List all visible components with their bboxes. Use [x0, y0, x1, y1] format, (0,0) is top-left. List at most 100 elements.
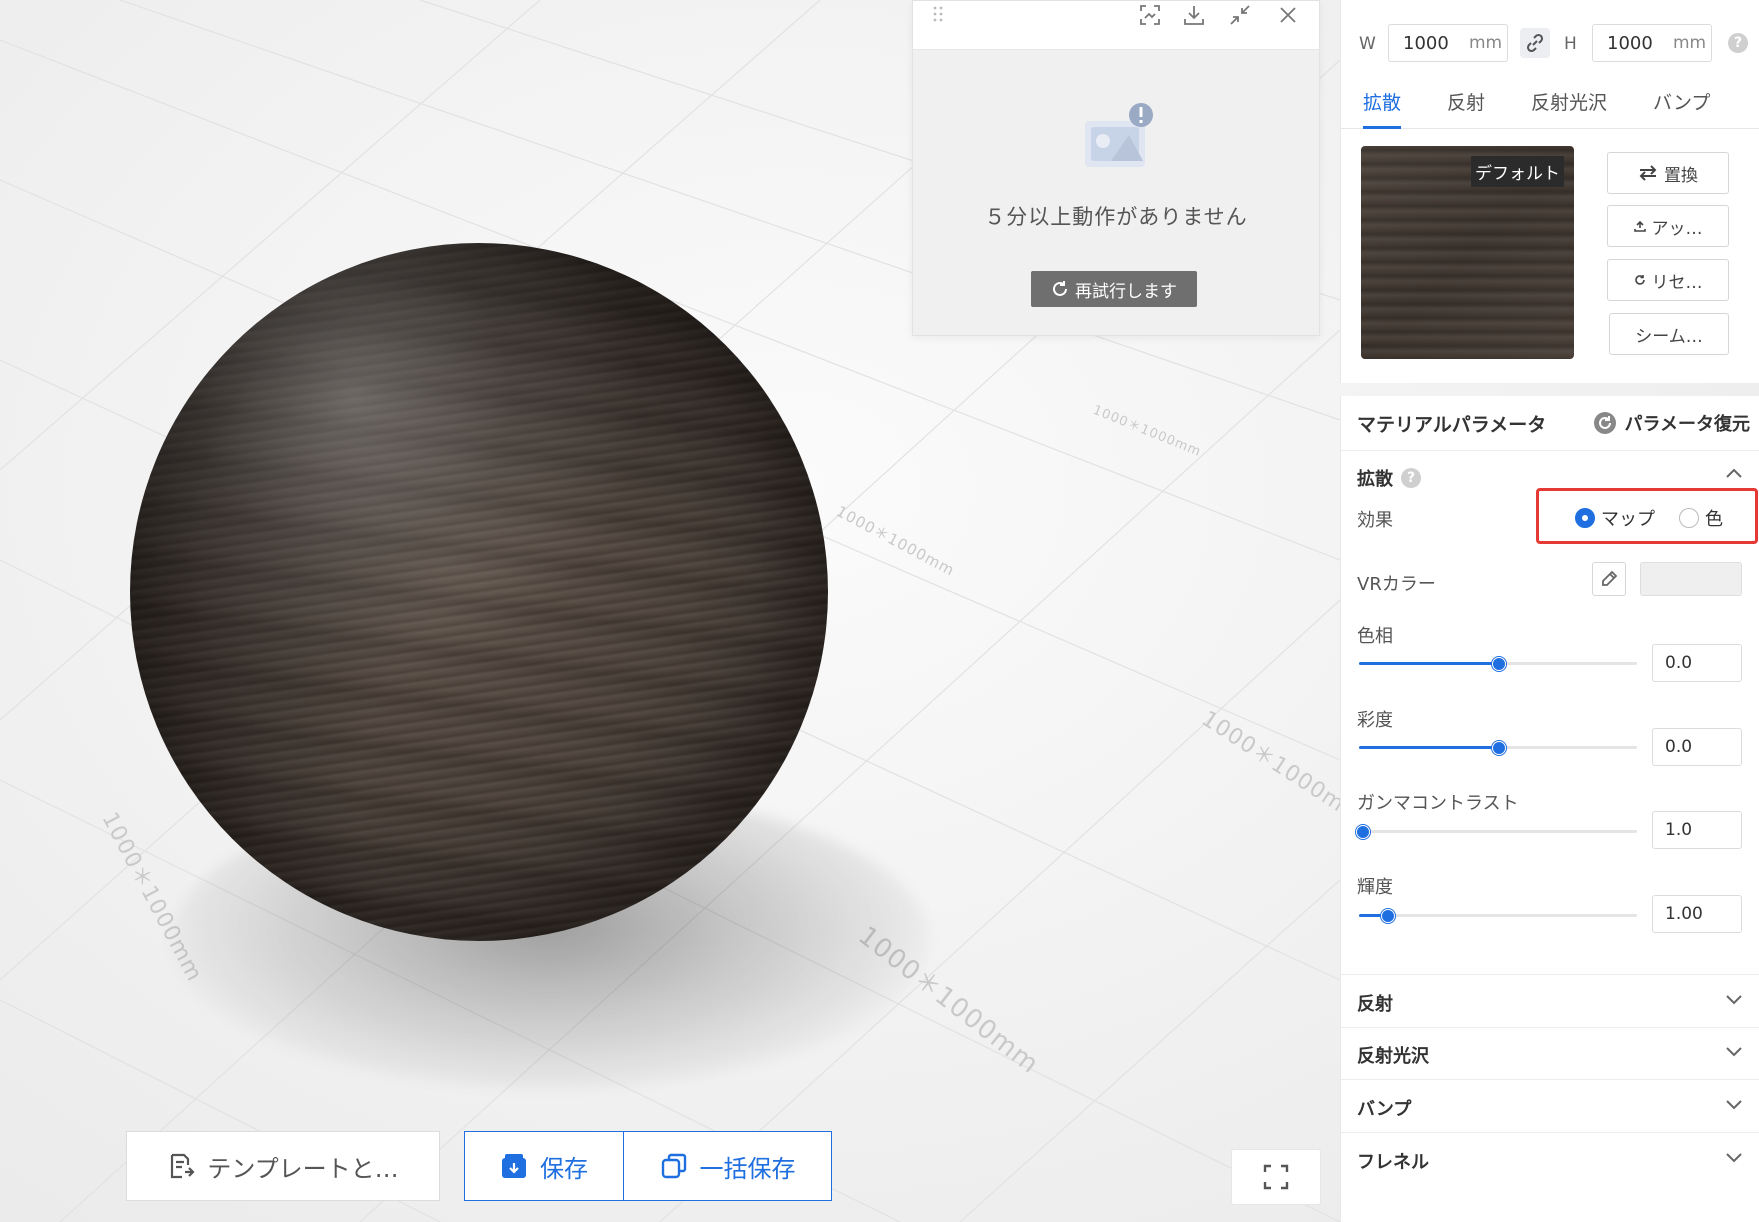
height-input[interactable] [1605, 31, 1669, 55]
brightness-slider[interactable] [1359, 905, 1637, 925]
reset-label: リセ… [1651, 272, 1703, 293]
section-reflection-label: 反射 [1357, 994, 1393, 1015]
width-unit: mm [1469, 33, 1503, 53]
vr-color-label: VRカラー [1357, 574, 1436, 595]
dimension-row: W mm H mm ? [1341, 24, 1759, 64]
section-reflection[interactable]: 反射 [1341, 974, 1759, 1028]
tab-reflection[interactable]: 反射 [1447, 88, 1485, 126]
slider-thumb[interactable] [1492, 741, 1506, 755]
upload-button[interactable]: アッ… [1607, 205, 1729, 247]
hue-slider[interactable] [1359, 653, 1637, 673]
slider-fill [1359, 746, 1498, 749]
section-bump[interactable]: バンプ [1341, 1080, 1759, 1133]
map-tabs: 拡散 反射 反射光沢 バンプ [1341, 78, 1759, 129]
screenshot-icon[interactable] [1135, 1, 1165, 29]
eyedropper-icon [1602, 570, 1618, 586]
slider-track [1359, 914, 1637, 917]
gamma-contrast-label: ガンマコントラスト [1357, 793, 1519, 814]
brightness-input[interactable] [1652, 895, 1742, 933]
section-reflection-gloss[interactable]: 反射光沢 [1341, 1027, 1759, 1080]
template-icon [171, 1153, 195, 1179]
saturation-input[interactable] [1652, 728, 1742, 766]
section-bump-label: バンプ [1357, 1099, 1412, 1120]
gamma-contrast-slider[interactable] [1355, 821, 1637, 841]
chevron-down-icon[interactable] [1724, 1041, 1744, 1061]
restore-params-button[interactable]: パラメータ復元 [1593, 410, 1750, 436]
saturation-label: 彩度 [1357, 710, 1393, 731]
download-icon[interactable] [1179, 1, 1209, 29]
tab-diffuse[interactable]: 拡散 [1363, 88, 1402, 129]
save-label: 保存 [540, 1154, 588, 1183]
fullscreen-button[interactable] [1231, 1149, 1321, 1205]
radio-map-indicator [1575, 508, 1595, 528]
chevron-down-icon[interactable] [1724, 1094, 1744, 1114]
retry-label: 再試行します [1075, 281, 1177, 302]
slider-fill [1359, 662, 1498, 665]
texture-thumbnail[interactable]: デフォルト [1361, 146, 1574, 359]
idle-message: ５分以上動作がありません [984, 205, 1248, 229]
close-icon[interactable] [1273, 1, 1303, 29]
chevron-down-icon[interactable] [1724, 1147, 1744, 1167]
collapse-icon[interactable] [1225, 1, 1255, 29]
radio-map[interactable]: マップ [1575, 505, 1655, 531]
drag-handle-icon[interactable] [923, 1, 953, 29]
default-badge: デフォルト [1471, 156, 1564, 187]
retry-button[interactable]: 再試行します [1031, 271, 1197, 307]
brightness-label: 輝度 [1357, 877, 1393, 898]
batch-save-button[interactable]: 一括保存 [624, 1131, 832, 1201]
radio-color-indicator [1679, 508, 1699, 528]
restore-icon [1593, 412, 1616, 434]
height-field[interactable]: mm [1592, 24, 1712, 62]
save-icon [502, 1154, 526, 1178]
section-reflection-gloss-label: 反射光沢 [1357, 1046, 1429, 1067]
upload-label: アッ… [1651, 218, 1703, 239]
radio-color[interactable]: 色 [1679, 505, 1723, 531]
vr-color-swatch[interactable] [1640, 562, 1742, 596]
material-preview-sphere[interactable] [130, 243, 828, 941]
section-diffuse-label: 拡散 ? [1357, 465, 1421, 491]
idle-status-card: ５分以上動作がありません 再試行します [912, 0, 1320, 336]
template-button[interactable]: テンプレートと… [126, 1131, 440, 1201]
hue-label: 色相 [1357, 626, 1393, 647]
height-unit: mm [1673, 33, 1707, 53]
width-field[interactable]: mm [1388, 24, 1508, 62]
hue-input[interactable] [1652, 644, 1742, 682]
batch-save-label: 一括保存 [699, 1154, 796, 1183]
width-label: W [1359, 34, 1376, 54]
params-title: マテリアルパラメータ [1357, 414, 1547, 436]
link-icon [1526, 33, 1544, 53]
slider-thumb[interactable] [1355, 825, 1370, 839]
material-params-panel: マテリアルパラメータ パラメータ復元 拡散 ? 効果 マップ 色 VRカラー 色… [1340, 396, 1759, 1222]
warning-illustration-icon [1085, 103, 1153, 167]
tab-reflection-gloss[interactable]: 反射光沢 [1531, 88, 1607, 126]
template-label: テンプレートと… [207, 1154, 399, 1183]
save-button[interactable]: 保存 [464, 1131, 624, 1201]
replace-button[interactable]: 置換 [1607, 152, 1729, 194]
chevron-up-icon[interactable] [1724, 464, 1744, 484]
eyedropper-button[interactable] [1592, 562, 1626, 596]
effect-label: 効果 [1357, 510, 1393, 531]
texture-panel: W mm H mm ? 拡散 反射 反射光沢 バンプ デフォルト 置換 アッ… … [1340, 0, 1759, 383]
help-icon[interactable]: ? [1728, 33, 1748, 53]
chevron-down-icon[interactable] [1724, 989, 1744, 1009]
saturation-slider[interactable] [1359, 737, 1637, 757]
effect-radio-group: マップ 色 [1536, 488, 1758, 544]
seamless-label: シーム… [1635, 326, 1703, 347]
slider-thumb[interactable] [1380, 909, 1395, 923]
reset-icon [1634, 275, 1645, 285]
section-fresnel[interactable]: フレネル [1341, 1133, 1759, 1185]
help-icon[interactable]: ? [1401, 468, 1421, 488]
height-label: H [1564, 34, 1577, 54]
aspect-lock-button[interactable] [1520, 28, 1550, 58]
slider-thumb[interactable] [1492, 657, 1506, 671]
restore-label: パラメータ復元 [1624, 414, 1750, 435]
replace-label: 置換 [1664, 165, 1698, 186]
section-diffuse-title: 拡散 [1357, 469, 1393, 490]
tab-bump[interactable]: バンプ [1653, 88, 1710, 126]
width-input[interactable] [1401, 31, 1465, 55]
gamma-contrast-input[interactable] [1652, 811, 1742, 849]
params-header: マテリアルパラメータ パラメータ復元 [1341, 396, 1759, 451]
seamless-button[interactable]: シーム… [1609, 313, 1729, 355]
reset-button[interactable]: リセ… [1607, 259, 1729, 301]
card-toolbar [913, 1, 1319, 50]
